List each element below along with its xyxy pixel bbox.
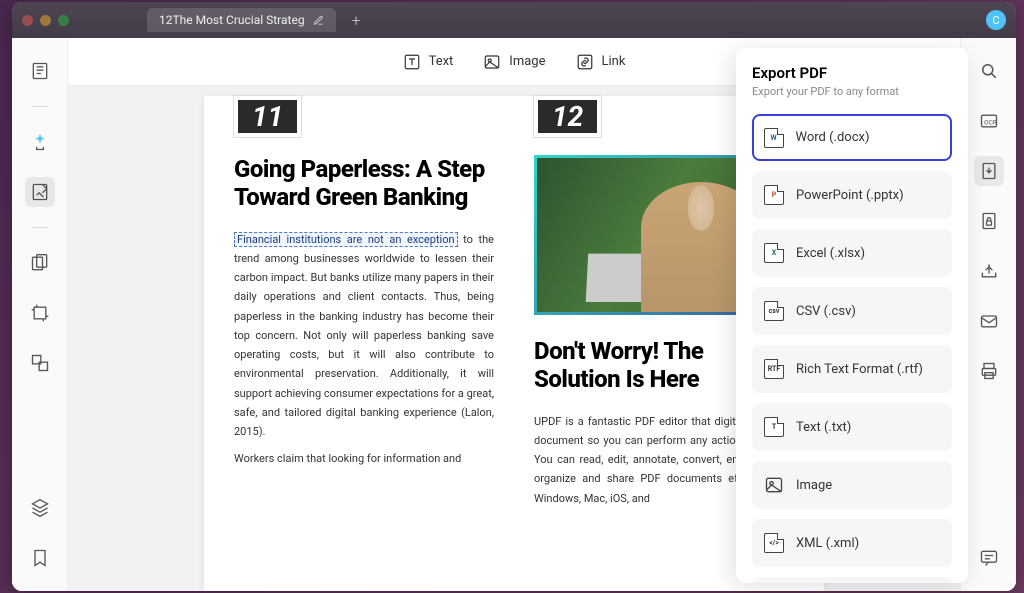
section-number: 12 — [534, 96, 601, 137]
protect-tool[interactable] — [974, 206, 1004, 236]
xml-file-icon: </> — [764, 533, 784, 553]
highlighted-text: Financial institutions are not an except… — [234, 232, 458, 247]
maximize-window-button[interactable] — [58, 15, 69, 26]
export-option-word[interactable]: WWord (.docx) — [752, 114, 952, 161]
window-controls — [22, 15, 69, 26]
insert-link-button[interactable]: Link — [576, 53, 626, 71]
minimize-window-button[interactable] — [40, 15, 51, 26]
highlighter-tool[interactable] — [25, 127, 55, 157]
excel-file-icon: X — [764, 243, 784, 263]
user-avatar[interactable]: C — [986, 10, 1006, 30]
export-option-csv[interactable]: csvCSV (.csv) — [752, 287, 952, 335]
compare-tool[interactable] — [25, 348, 55, 378]
section-number: 11 — [234, 96, 301, 137]
left-toolbar — [12, 38, 68, 591]
comment-tool[interactable] — [974, 543, 1004, 573]
reader-tool[interactable] — [25, 56, 55, 86]
export-option-text[interactable]: TText (.txt) — [752, 403, 952, 451]
edit-tool[interactable] — [25, 177, 55, 207]
text-icon — [403, 53, 421, 71]
image-icon — [483, 53, 501, 71]
export-option-html[interactable]: HHTML (.htm) — [752, 577, 952, 583]
section-heading[interactable]: Going Paperless: A Step Toward Green Ban… — [234, 155, 494, 212]
insert-image-button[interactable]: Image — [483, 53, 545, 71]
word-file-icon: W — [764, 128, 784, 148]
export-option-image[interactable]: Image — [752, 461, 952, 509]
share-tool[interactable] — [974, 256, 1004, 286]
bookmark-tool[interactable] — [25, 543, 55, 573]
link-icon — [576, 53, 594, 71]
document-tab[interactable]: 12The Most Crucial Strateg — [147, 8, 336, 32]
body-text[interactable]: Financial institutions are not an except… — [234, 230, 494, 442]
image-file-icon — [764, 475, 784, 495]
crop-tool[interactable] — [25, 298, 55, 328]
close-window-button[interactable] — [22, 15, 33, 26]
app-window: 12The Most Crucial Strateg + C Text — [12, 2, 1016, 591]
search-tool[interactable] — [974, 56, 1004, 86]
layers-tool[interactable] — [25, 493, 55, 523]
export-option-rtf[interactable]: RTFRich Text Format (.rtf) — [752, 345, 952, 393]
csv-file-icon: csv — [764, 301, 784, 321]
export-option-powerpoint[interactable]: PPowerPoint (.pptx) — [752, 171, 952, 219]
export-title: Export PDF — [752, 64, 952, 82]
export-subtitle: Export your PDF to any format — [752, 85, 952, 98]
organize-tool[interactable] — [25, 248, 55, 278]
tab-title: 12The Most Crucial Strateg — [159, 13, 305, 27]
export-option-xml[interactable]: </>XML (.xml) — [752, 519, 952, 567]
edit-tab-icon — [313, 15, 324, 26]
email-tool[interactable] — [974, 306, 1004, 336]
right-toolbar: OCR — [960, 38, 1016, 591]
rtf-file-icon: RTF — [764, 359, 784, 379]
text-file-icon: T — [764, 417, 784, 437]
page-column-left: 11 Going Paperless: A Step Toward Green … — [234, 96, 494, 571]
ocr-tool[interactable]: OCR — [974, 106, 1004, 136]
export-panel: Export PDF Export your PDF to any format… — [736, 48, 968, 583]
body-text[interactable]: Workers claim that looking for informati… — [234, 449, 494, 468]
insert-text-button[interactable]: Text — [403, 53, 454, 71]
svg-text:OCR: OCR — [984, 118, 997, 126]
new-tab-button[interactable]: + — [352, 11, 361, 30]
export-option-excel[interactable]: XExcel (.xlsx) — [752, 229, 952, 277]
export-tool[interactable] — [974, 156, 1004, 186]
titlebar: 12The Most Crucial Strateg + C — [12, 2, 1016, 38]
print-tool[interactable] — [974, 356, 1004, 386]
document-page: 11 Going Paperless: A Step Toward Green … — [204, 96, 824, 591]
powerpoint-file-icon: P — [764, 185, 784, 205]
